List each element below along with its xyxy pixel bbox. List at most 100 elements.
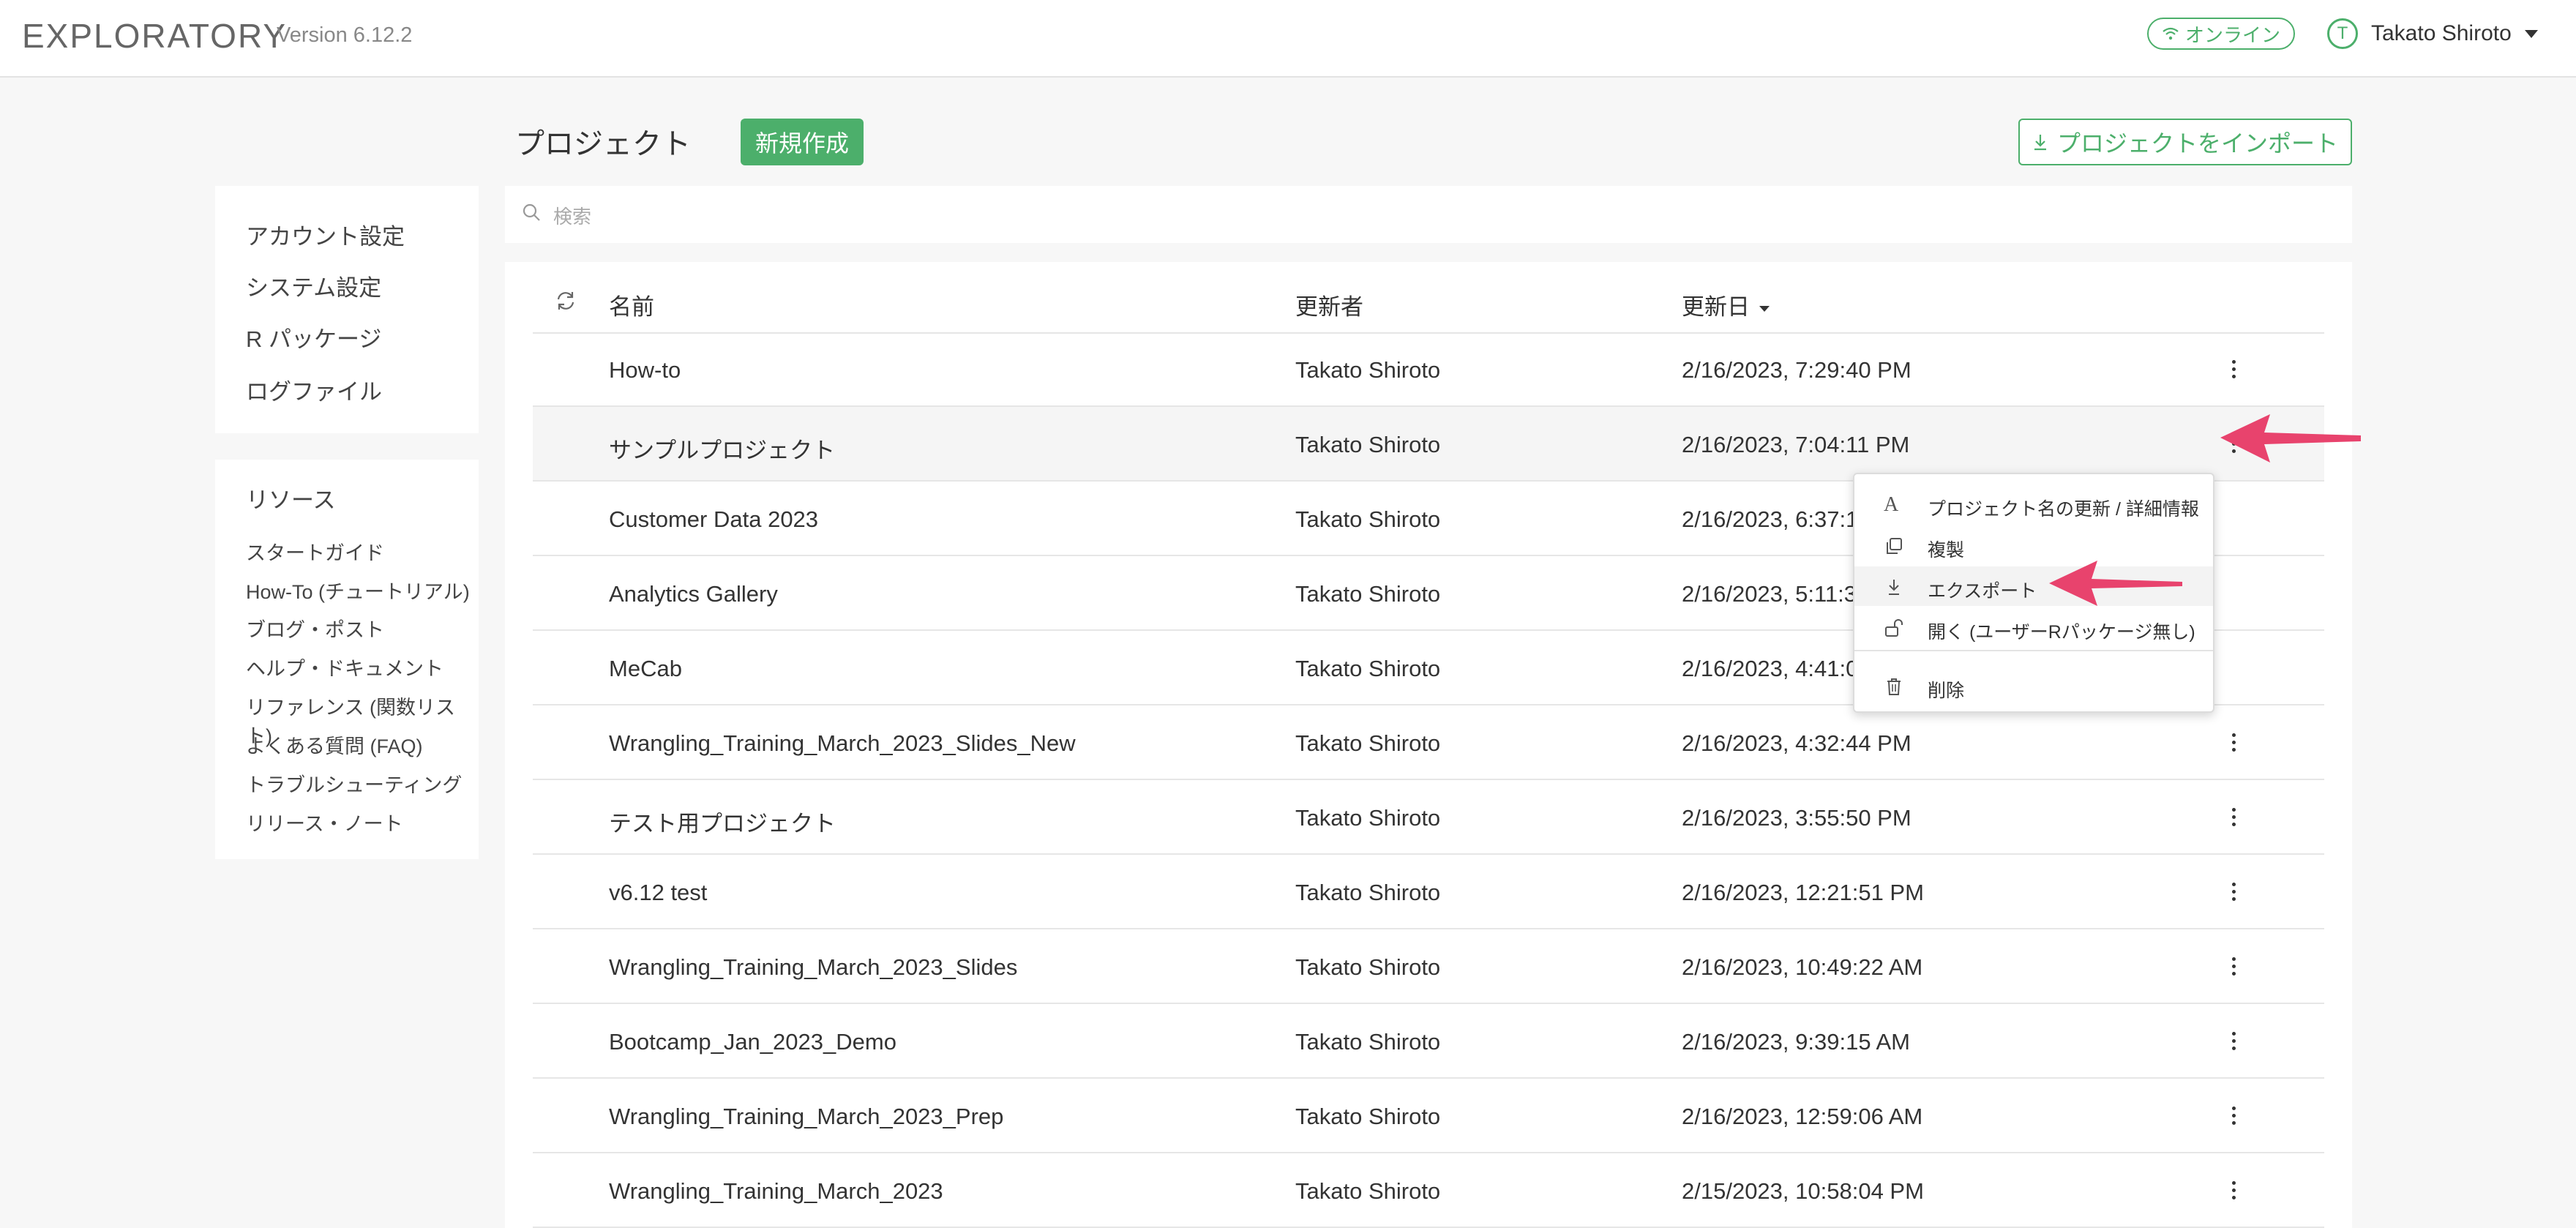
top-bar: EXPLORATORY Version 6.12.2 オンライン T Takat… [0, 0, 2576, 78]
project-name[interactable]: MeCab [609, 656, 682, 682]
project-owner: Takato Shiroto [1295, 581, 1441, 607]
project-date: 2/16/2023, 7:29:40 PM [1682, 357, 1912, 383]
table-row[interactable]: Wrangling_Training_March_2023_Slides Tak… [533, 929, 2324, 1004]
menu-item-rename[interactable]: A プロジェクト名の更新 / 詳細情報 [1854, 484, 2213, 524]
resource-link-start-guide[interactable]: スタートガイド [246, 537, 384, 566]
refresh-icon[interactable] [555, 290, 577, 312]
project-owner: Takato Shiroto [1295, 1104, 1441, 1129]
project-name[interactable]: サンプルプロジェクト [609, 432, 835, 465]
project-owner: Takato Shiroto [1295, 730, 1441, 756]
project-date: 2/16/2023, 12:21:51 PM [1682, 880, 1924, 905]
sidebar-item-system-settings[interactable]: システム設定 [246, 269, 381, 302]
project-name[interactable]: テスト用プロジェクト [609, 805, 836, 838]
resource-link-how-to[interactable]: How-To (チュートリアル) [246, 576, 470, 604]
app-logo: EXPLORATORY [22, 17, 288, 55]
trash-icon [1887, 678, 1901, 695]
search-placeholder: 検索 [553, 206, 592, 228]
table-row[interactable]: Bootcamp_Jan_2023_Demo Takato Shiroto 2/… [533, 1004, 2324, 1079]
table-row[interactable]: How-to Takato Shiroto 2/16/2023, 7:29:40… [533, 332, 2324, 407]
resources-menu: リソース スタートガイド How-To (チュートリアル) ブログ・ポスト ヘル… [215, 460, 479, 859]
annotation-arrow-more-options [2220, 414, 2361, 463]
settings-menu: アカウント設定 システム設定 R パッケージ ログファイル [215, 186, 479, 433]
project-name[interactable]: Wrangling_Training_March_2023_Slides [609, 954, 1017, 981]
project-name[interactable]: Customer Data 2023 [609, 506, 818, 533]
project-name[interactable]: v6.12 test [609, 880, 707, 906]
more-options-icon[interactable] [2225, 877, 2242, 906]
import-project-label: プロジェクトをインポート [2056, 130, 2338, 157]
project-date: 2/16/2023, 4:41:0 [1682, 656, 1859, 681]
project-date: 2/16/2023, 6:37:1 [1682, 506, 1859, 532]
project-owner: Takato Shiroto [1295, 1178, 1441, 1204]
more-options-icon[interactable] [2225, 951, 2242, 981]
online-status-label: オンライン [2184, 23, 2280, 46]
project-owner: Takato Shiroto [1295, 506, 1441, 532]
resource-link-help-docs[interactable]: ヘルプ・ドキュメント [246, 653, 443, 681]
project-name[interactable]: Analytics Gallery [609, 581, 778, 607]
menu-item-open-without-r-packages[interactable]: 開く (ユーザーRパッケージ無し) [1854, 607, 2213, 647]
online-status-badge: オンライン [2147, 18, 2295, 50]
table-row[interactable]: Wrangling_Training_March_2023 Takato Shi… [533, 1153, 2324, 1228]
project-owner: Takato Shiroto [1295, 432, 1441, 457]
column-header-date-label: 更新日 [1682, 294, 1750, 320]
project-name[interactable]: Wrangling_Training_March_2023_Prep [609, 1104, 1003, 1130]
more-options-icon[interactable] [2225, 1101, 2242, 1130]
text-icon: A [1884, 493, 1899, 516]
project-date: 2/16/2023, 5:11:3 [1682, 581, 1857, 607]
app-version: Version 6.12.2 [277, 23, 413, 47]
menu-item-export-label: エクスポート [1928, 581, 2037, 602]
import-project-button[interactable]: プロジェクトをインポート [2018, 119, 2352, 165]
avatar: T [2327, 18, 2358, 49]
resource-link-troubleshooting[interactable]: トラブルシューティング [246, 769, 462, 798]
project-date: 2/15/2023, 10:58:04 PM [1682, 1178, 1924, 1204]
annotation-arrow-export [2049, 561, 2182, 606]
sidebar-item-account-settings[interactable]: アカウント設定 [246, 218, 405, 251]
wifi-icon [2163, 27, 2179, 40]
table-row[interactable]: テスト用プロジェクト Takato Shiroto 2/16/2023, 3:5… [533, 780, 2324, 855]
column-header-date[interactable]: 更新日 [1682, 288, 1770, 321]
search-icon [523, 203, 540, 221]
project-date: 2/16/2023, 3:55:50 PM [1682, 805, 1912, 831]
more-options-icon[interactable] [2225, 1026, 2242, 1055]
menu-divider [1854, 650, 2213, 651]
table-row[interactable]: サンプルプロジェクト Takato Shiroto 2/16/2023, 7:0… [533, 407, 2324, 482]
project-name[interactable]: Bootcamp_Jan_2023_Demo [609, 1029, 896, 1055]
project-date: 2/16/2023, 7:04:11 PM [1682, 432, 1910, 457]
menu-item-delete[interactable]: 削除 [1854, 666, 2213, 705]
project-owner: Takato Shiroto [1295, 656, 1441, 681]
new-project-button[interactable]: 新規作成 [741, 119, 864, 165]
more-options-icon[interactable] [2225, 802, 2242, 831]
copy-icon [1887, 538, 1902, 554]
project-name[interactable]: Wrangling_Training_March_2023 [609, 1178, 943, 1205]
menu-item-open-without-r-label: 開く (ユーザーRパッケージ無し) [1928, 622, 2195, 643]
menu-item-rename-label: プロジェクト名の更新 / 詳細情報 [1928, 499, 2199, 520]
sidebar-item-log-file[interactable]: ログファイル [246, 373, 382, 406]
project-owner: Takato Shiroto [1295, 880, 1441, 905]
user-name: Takato Shiroto [2371, 21, 2512, 45]
more-options-icon[interactable] [2225, 1175, 2242, 1205]
search-input[interactable]: 検索 [505, 186, 2352, 243]
table-row[interactable]: v6.12 test Takato Shiroto 2/16/2023, 12:… [533, 855, 2324, 929]
resources-heading: リソース [246, 487, 336, 513]
column-header-name[interactable]: 名前 [609, 288, 654, 321]
project-owner: Takato Shiroto [1295, 1029, 1441, 1055]
page-title: プロジェクト [515, 128, 691, 160]
project-owner: Takato Shiroto [1295, 357, 1441, 383]
resource-link-faq[interactable]: よくある質問 (FAQ) [246, 730, 423, 759]
resource-link-release-notes[interactable]: リリース・ノート [246, 808, 403, 836]
table-header: 名前 更新者 更新日 [533, 262, 2324, 334]
column-header-owner[interactable]: 更新者 [1295, 288, 1363, 321]
chevron-down-icon [2524, 29, 2538, 38]
more-options-icon[interactable] [2225, 727, 2242, 757]
table-row[interactable]: Wrangling_Training_March_2023_Prep Takat… [533, 1079, 2324, 1153]
sidebar-item-r-packages[interactable]: R パッケージ [246, 321, 381, 353]
project-owner: Takato Shiroto [1295, 805, 1441, 831]
table-row[interactable]: Wrangling_Training_March_2023_Slides_New… [533, 705, 2324, 780]
resource-link-blog[interactable]: ブログ・ポスト [246, 614, 384, 643]
user-menu[interactable]: T Takato Shiroto [2327, 15, 2538, 53]
menu-item-delete-label: 削除 [1928, 681, 1965, 701]
project-name[interactable]: Wrangling_Training_March_2023_Slides_New [609, 730, 1076, 757]
more-options-icon[interactable] [2225, 354, 2242, 383]
unlock-icon [1885, 619, 1903, 637]
project-name[interactable]: How-to [609, 357, 681, 383]
download-icon [2034, 135, 2046, 151]
